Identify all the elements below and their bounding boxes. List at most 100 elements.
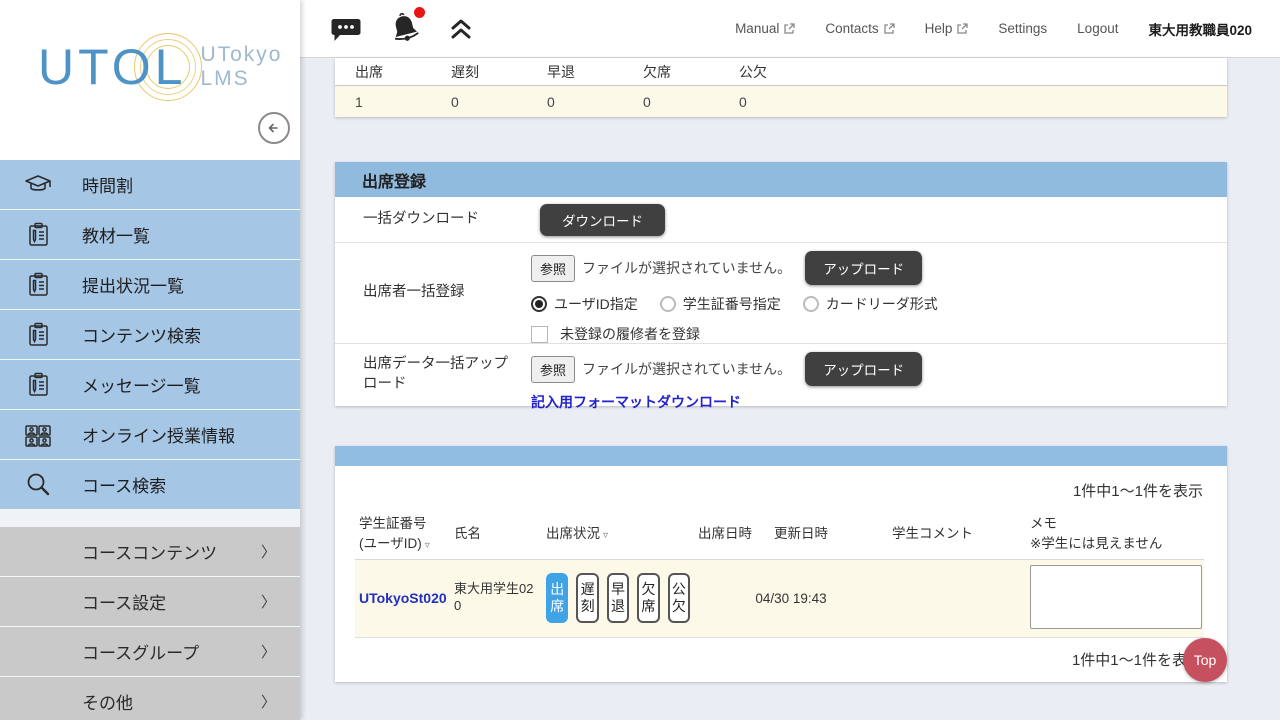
radio-unselected-icon [660, 296, 676, 312]
col-student-comment: 学生コメント [888, 509, 1026, 559]
status-absent-button[interactable]: 欠席 [637, 573, 659, 623]
register-unenrolled-label: 未登録の履修者を登録 [560, 324, 700, 344]
student-id-link[interactable]: UTokyoSt020 [359, 590, 447, 606]
sidebar-item-course-contents[interactable]: コースコンテンツ 〉 [0, 527, 300, 576]
nav-help-label: Help [925, 21, 953, 36]
register-unenrolled-checkbox[interactable] [531, 326, 548, 343]
section-title: 出席登録 [335, 162, 1227, 197]
bulk-download-row: 一括ダウンロード ダウンロード [335, 197, 1227, 243]
radio-card-reader[interactable]: カードリーダ形式 [803, 294, 938, 314]
col-student-id[interactable]: 学生証番号 (ユーザID)▿ [355, 509, 450, 559]
sidebar-item-label: 教材一覧 [82, 222, 150, 247]
sidebar-collapse-button[interactable] [258, 112, 290, 144]
student-table-card: 1件中1〜1件を表示 学生証番号 (ユーザID)▿ 氏名 [335, 446, 1227, 682]
sidebar-item-materials[interactable]: 教材一覧 [0, 210, 300, 259]
logo-subtext: UTokyo LMS [200, 43, 282, 91]
logo-text: UTOL [38, 42, 186, 92]
sidebar-item-label: コースコンテンツ [82, 539, 217, 564]
sidebar-item-label: コンテンツ検索 [82, 322, 201, 347]
data-upload-row: 出席データ一括アップロード 参照 ファイルが選択されていません。 アップロード … [335, 344, 1227, 406]
table-header-bar [335, 446, 1227, 466]
browse-file-button[interactable]: 参照 [531, 255, 575, 282]
sidebar-item-content-search[interactable]: コンテンツ検索 [0, 310, 300, 359]
radio-card-reader-label: カードリーダ形式 [826, 294, 938, 314]
sidebar-item-course-settings[interactable]: コース設定 〉 [0, 577, 300, 626]
upload-button[interactable]: アップロード [805, 352, 922, 386]
col-attendance-datetime: 出席日時 [694, 509, 770, 559]
status-excused-button[interactable]: 公欠 [668, 573, 690, 623]
status-late-button[interactable]: 遅刻 [576, 573, 598, 623]
browse-file-button[interactable]: 参照 [531, 356, 575, 383]
nav-logout-link[interactable]: Logout [1077, 21, 1118, 36]
materials-icon [22, 219, 54, 251]
summary-header-row: 出席 遅刻 早退 欠席 公欠 [335, 58, 1227, 86]
student-comment-value [888, 559, 1026, 637]
notifications-bell-button[interactable] [388, 11, 422, 47]
col-memo-line1: メモ [1030, 516, 1057, 531]
sidebar-item-others[interactable]: その他 〉 [0, 677, 300, 720]
bulk-download-label: 一括ダウンロード [355, 197, 531, 242]
sidebar-item-timetable[interactable]: 時間割 [0, 160, 300, 209]
file-status-text: ファイルが選択されていません。 [582, 359, 791, 379]
sidebar-item-messages[interactable]: メッセージ一覧 [0, 360, 300, 409]
sidebar-item-label: その他 [82, 689, 133, 714]
radio-student-number-label: 学生証番号指定 [683, 294, 781, 314]
student-row: UTokyoSt020 東大用学生020 出席 遅刻 早退 欠席 公欠 [355, 559, 1204, 637]
summary-values-row: 1 0 0 0 0 [335, 86, 1227, 117]
chevron-right-icon: 〉 [261, 591, 276, 612]
file-status-text: ファイルが選択されていません。 [582, 258, 791, 278]
nav-settings-link[interactable]: Settings [998, 21, 1047, 36]
sidebar-item-label: 時間割 [82, 172, 133, 197]
scroll-to-top-button[interactable]: Top [1183, 638, 1227, 682]
col-student-id-line2: (ユーザID) [359, 536, 422, 551]
summary-header-absent: 欠席 [643, 62, 739, 82]
sidebar-item-course-group[interactable]: コースグループ 〉 [0, 627, 300, 676]
chat-messages-button[interactable] [330, 14, 362, 44]
nav-logout-label: Logout [1077, 21, 1118, 36]
logo-subtext-line1: UTokyo [200, 43, 282, 66]
status-early-leave-button[interactable]: 早退 [607, 573, 629, 623]
bulk-register-label: 出席者一括登録 [355, 243, 531, 343]
content-search-icon [22, 319, 54, 351]
bulk-register-row: 出席者一括登録 参照 ファイルが選択されていません。 アップロード ユーザID指… [335, 243, 1227, 344]
summary-header-late: 遅刻 [451, 62, 547, 82]
summary-header-early-leave: 早退 [547, 62, 643, 82]
col-status[interactable]: 出席状況▿ [542, 509, 694, 559]
memo-textarea[interactable] [1030, 565, 1202, 629]
summary-value-absent: 0 [643, 94, 739, 110]
external-link-icon [783, 23, 795, 35]
col-memo: メモ ※学生には見えません [1026, 509, 1204, 559]
sidebar: UTOL UTokyo LMS 時間割 [0, 0, 300, 720]
col-memo-line2: ※学生には見えません [1030, 536, 1162, 551]
nav-manual-link[interactable]: Manual [735, 21, 795, 36]
download-button[interactable]: ダウンロード [540, 204, 665, 236]
col-name: 氏名 [450, 509, 542, 559]
app-root: UTOL UTokyo LMS 時間割 [0, 0, 1280, 720]
radio-user-id[interactable]: ユーザID指定 [531, 294, 638, 314]
attendance-summary-card: 出席 遅刻 早退 欠席 公欠 1 0 0 0 0 [335, 58, 1227, 117]
messages-icon [22, 369, 54, 401]
student-attendance-table: 学生証番号 (ユーザID)▿ 氏名 出席状況▿ 出席日時 更新日時 学生コメント [355, 509, 1204, 682]
top-nav: Manual Contacts Help Settings Logout 東 [735, 19, 1252, 39]
chevron-right-icon: 〉 [261, 641, 276, 662]
sidebar-item-online-class[interactable]: オンライン授業情報 [0, 410, 300, 459]
sidebar-item-submissions[interactable]: 提出状況一覧 [0, 260, 300, 309]
attendance-datetime-value: 04/30 19:43 [694, 559, 888, 637]
col-student-id-line1: 学生証番号 [359, 516, 427, 531]
notification-badge-dot [414, 7, 425, 18]
nav-help-link[interactable]: Help [925, 21, 969, 36]
chevron-right-icon: 〉 [261, 541, 276, 562]
timetable-icon [22, 169, 54, 201]
pagination-info-top: 1件中1〜1件を表示 [335, 466, 1227, 509]
upload-button[interactable]: アップロード [805, 251, 922, 285]
summary-value-early-leave: 0 [547, 94, 643, 110]
sidebar-item-course-search[interactable]: コース検索 [0, 460, 300, 509]
radio-student-number[interactable]: 学生証番号指定 [660, 294, 781, 314]
format-download-link[interactable]: 記入用フォーマットダウンロード [531, 392, 741, 412]
status-present-button[interactable]: 出席 [546, 573, 568, 623]
logged-in-user-name: 東大用教職員020 [1148, 19, 1252, 39]
nav-contacts-link[interactable]: Contacts [825, 21, 894, 36]
scroll-top-chevrons-button[interactable] [448, 16, 474, 42]
student-name: 東大用学生020 [454, 581, 533, 613]
radio-user-id-label: ユーザID指定 [554, 294, 638, 314]
